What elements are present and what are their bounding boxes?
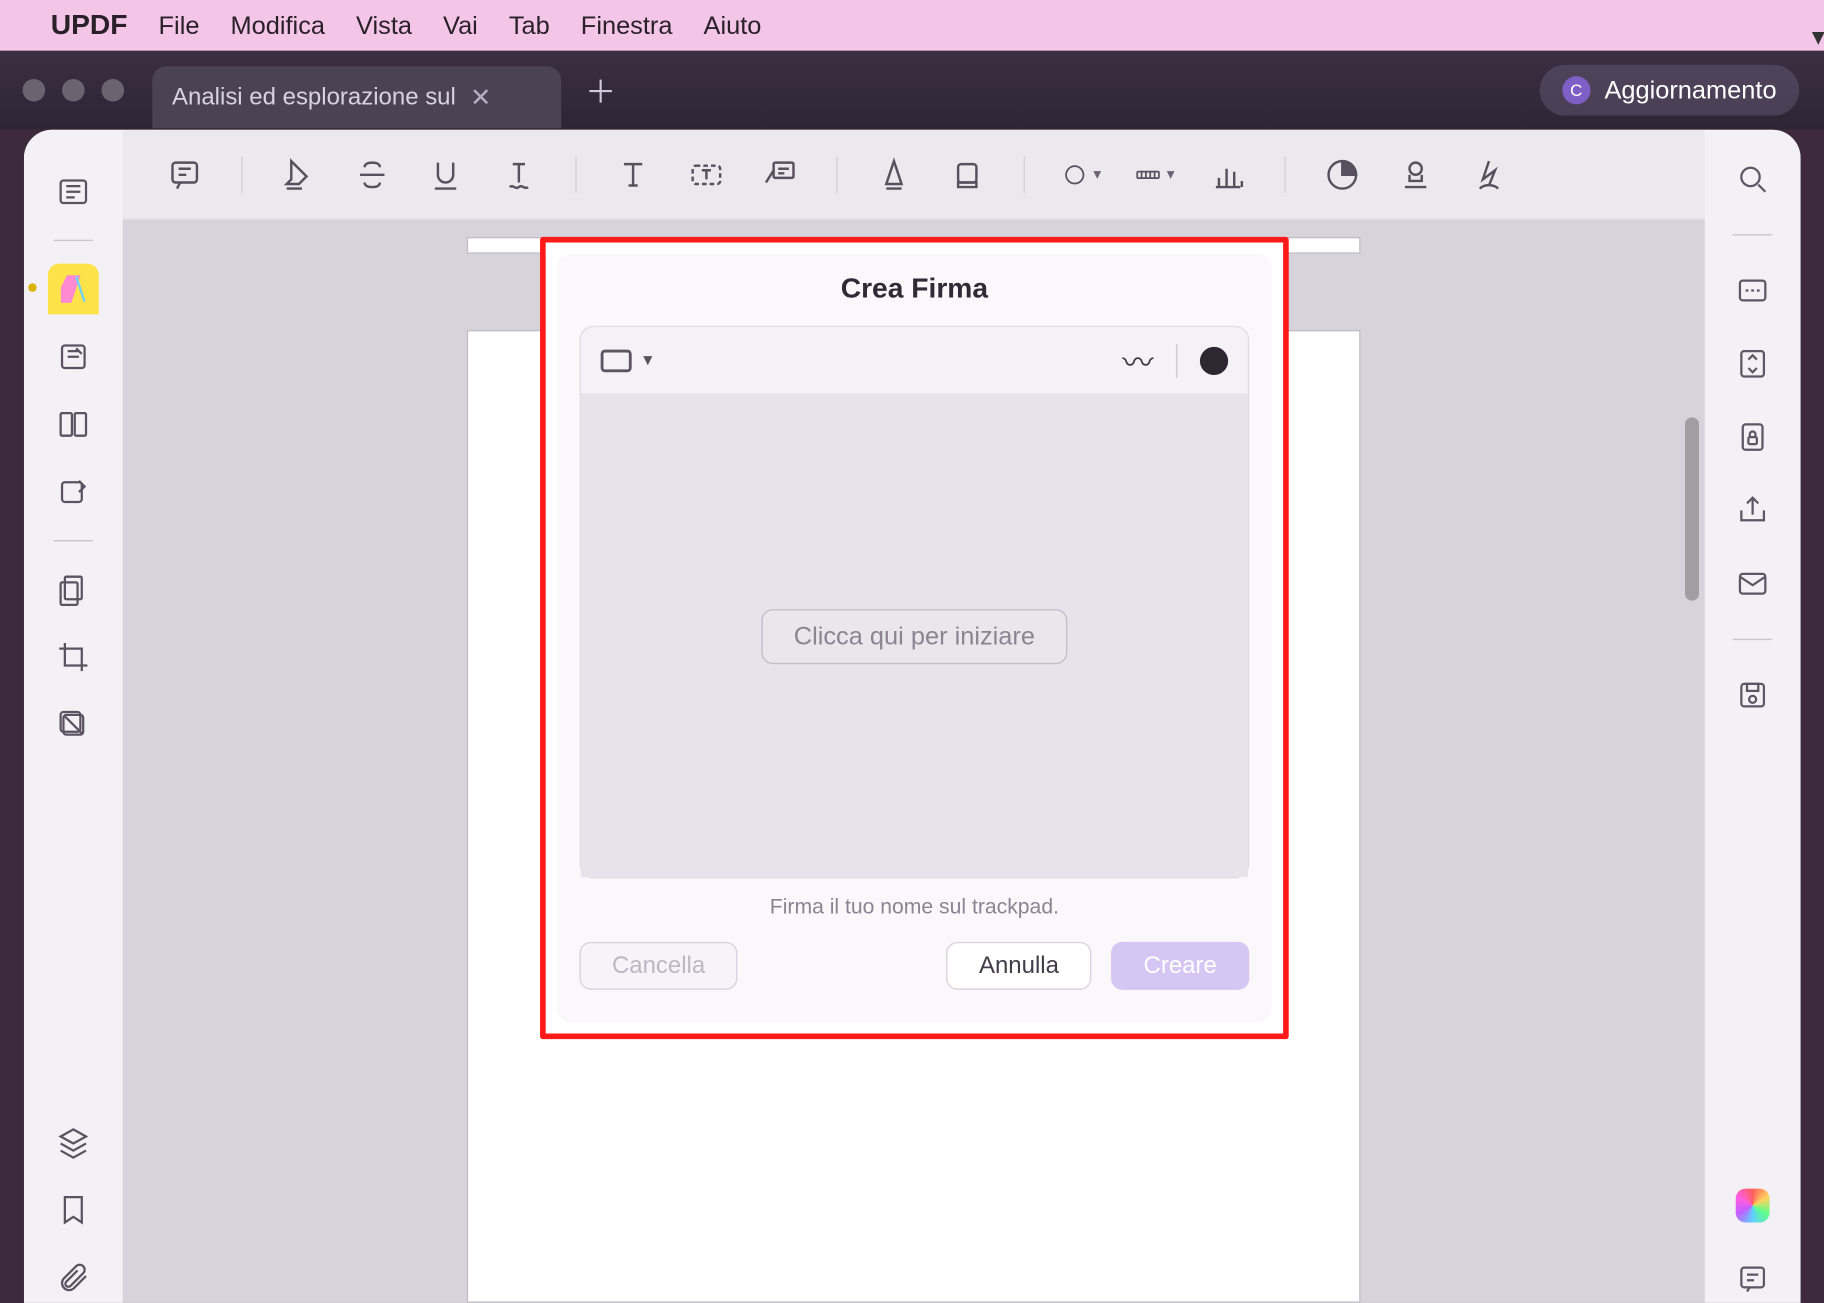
menubar-file[interactable]: File xyxy=(159,11,200,41)
callout-tool-icon[interactable] xyxy=(760,154,799,193)
search-icon[interactable] xyxy=(1729,155,1777,203)
crop-icon[interactable] xyxy=(48,632,99,683)
right-sidebar xyxy=(1705,130,1801,1303)
create-signature-dialog: Crea Firma ▼ 〰 xyxy=(557,254,1272,1022)
mac-menubar: UPDF File Modifica Vista Vai Tab Finestr… xyxy=(0,0,1824,51)
tab-close-icon[interactable]: ✕ xyxy=(470,82,491,112)
textbox-tool-icon[interactable] xyxy=(687,154,726,193)
bookmark-icon[interactable] xyxy=(48,1184,99,1235)
signature-hint: Firma il tuo nome sul trackpad. xyxy=(557,895,1272,919)
underline-tool-icon[interactable] xyxy=(426,154,465,193)
menubar-vai[interactable]: Vai xyxy=(443,11,478,41)
layers-icon[interactable] xyxy=(48,1117,99,1168)
cancel-button[interactable]: Annulla xyxy=(947,942,1092,990)
note-tool-icon[interactable] xyxy=(165,154,204,193)
sticker-tool-icon[interactable] xyxy=(1323,154,1362,193)
new-tab-button[interactable]: ＋ xyxy=(575,65,626,116)
comment-tool-icon[interactable] xyxy=(48,264,99,315)
convert-icon[interactable] xyxy=(1729,340,1777,388)
signature-tool-icon[interactable] xyxy=(1469,154,1508,193)
app-window: ▾ ▾ Crea Firma ▼ xyxy=(24,130,1801,1303)
attachment-icon[interactable] xyxy=(48,1252,99,1303)
page-organize-icon[interactable] xyxy=(48,399,99,450)
measure-tool-icon[interactable]: ▾ xyxy=(1135,154,1174,193)
left-sidebar xyxy=(24,130,123,1303)
menubar-app[interactable]: UPDF xyxy=(51,9,128,41)
edit-text-icon[interactable] xyxy=(48,331,99,382)
document-canvas: Crea Firma ▼ 〰 xyxy=(123,220,1705,1303)
text-tool-icon[interactable] xyxy=(613,154,652,193)
annotation-toolbar: ▾ ▾ xyxy=(123,130,1705,220)
menubar-modifica[interactable]: Modifica xyxy=(230,11,325,41)
ocr-icon[interactable] xyxy=(1729,266,1777,314)
menubar-finestra[interactable]: Finestra xyxy=(581,11,673,41)
highlight-tool-icon[interactable] xyxy=(279,154,318,193)
highlight-outline: Crea Firma ▼ 〰 xyxy=(540,237,1289,1039)
dialog-title: Crea Firma xyxy=(557,254,1272,326)
stamp-tool-icon[interactable] xyxy=(1396,154,1435,193)
protect-icon[interactable] xyxy=(1729,413,1777,461)
signature-pad[interactable]: Clicca qui per iniziare xyxy=(581,395,1248,877)
trackpad-mode-button[interactable]: ▼ xyxy=(601,349,656,372)
document-tab[interactable]: Analisi ed esplorazione sul ✕ xyxy=(152,66,561,128)
menubar-aiuto[interactable]: Aiuto xyxy=(704,11,762,41)
updf-ai-icon[interactable] xyxy=(1729,1182,1777,1230)
chart-tool-icon[interactable] xyxy=(1208,154,1247,193)
clear-button[interactable]: Cancella xyxy=(580,942,738,990)
create-button[interactable]: Creare xyxy=(1111,942,1249,990)
share-icon[interactable] xyxy=(1729,486,1777,534)
menubar-vista[interactable]: Vista xyxy=(356,11,412,41)
shape-tool-icon[interactable]: ▾ xyxy=(1062,154,1101,193)
user-avatar: C xyxy=(1562,76,1590,104)
tab-title: Analisi ed esplorazione sul xyxy=(172,83,456,111)
signature-toolbar: ▼ 〰 xyxy=(581,327,1248,395)
save-icon[interactable] xyxy=(1729,671,1777,719)
eraser-tool-icon[interactable] xyxy=(948,154,987,193)
update-label: Aggiornamento xyxy=(1604,75,1776,105)
vertical-scrollbar[interactable] xyxy=(1685,417,1699,600)
mail-icon[interactable] xyxy=(1729,560,1777,608)
fill-sign-icon[interactable] xyxy=(48,467,99,518)
menubar-tab[interactable]: Tab xyxy=(509,11,550,41)
color-swatch[interactable] xyxy=(1200,346,1228,374)
pages-panel-icon[interactable] xyxy=(48,564,99,615)
reader-mode-icon[interactable] xyxy=(48,166,99,217)
window-controls[interactable] xyxy=(23,79,125,102)
start-signing-button[interactable]: Clicca qui per iniziare xyxy=(761,608,1067,663)
update-pill[interactable]: C Aggiornamento xyxy=(1540,65,1800,116)
notes-panel-icon[interactable] xyxy=(1729,1255,1777,1303)
strikethrough-tool-icon[interactable] xyxy=(353,154,392,193)
redact-icon[interactable] xyxy=(48,699,99,750)
signature-panel: ▼ 〰 Clicca qui per iniziare xyxy=(580,326,1250,879)
stroke-style-icon[interactable]: 〰 xyxy=(1122,338,1153,383)
trackpad-icon xyxy=(601,349,632,372)
squiggly-tool-icon[interactable] xyxy=(499,154,538,193)
pencil-tool-icon[interactable] xyxy=(874,154,913,193)
